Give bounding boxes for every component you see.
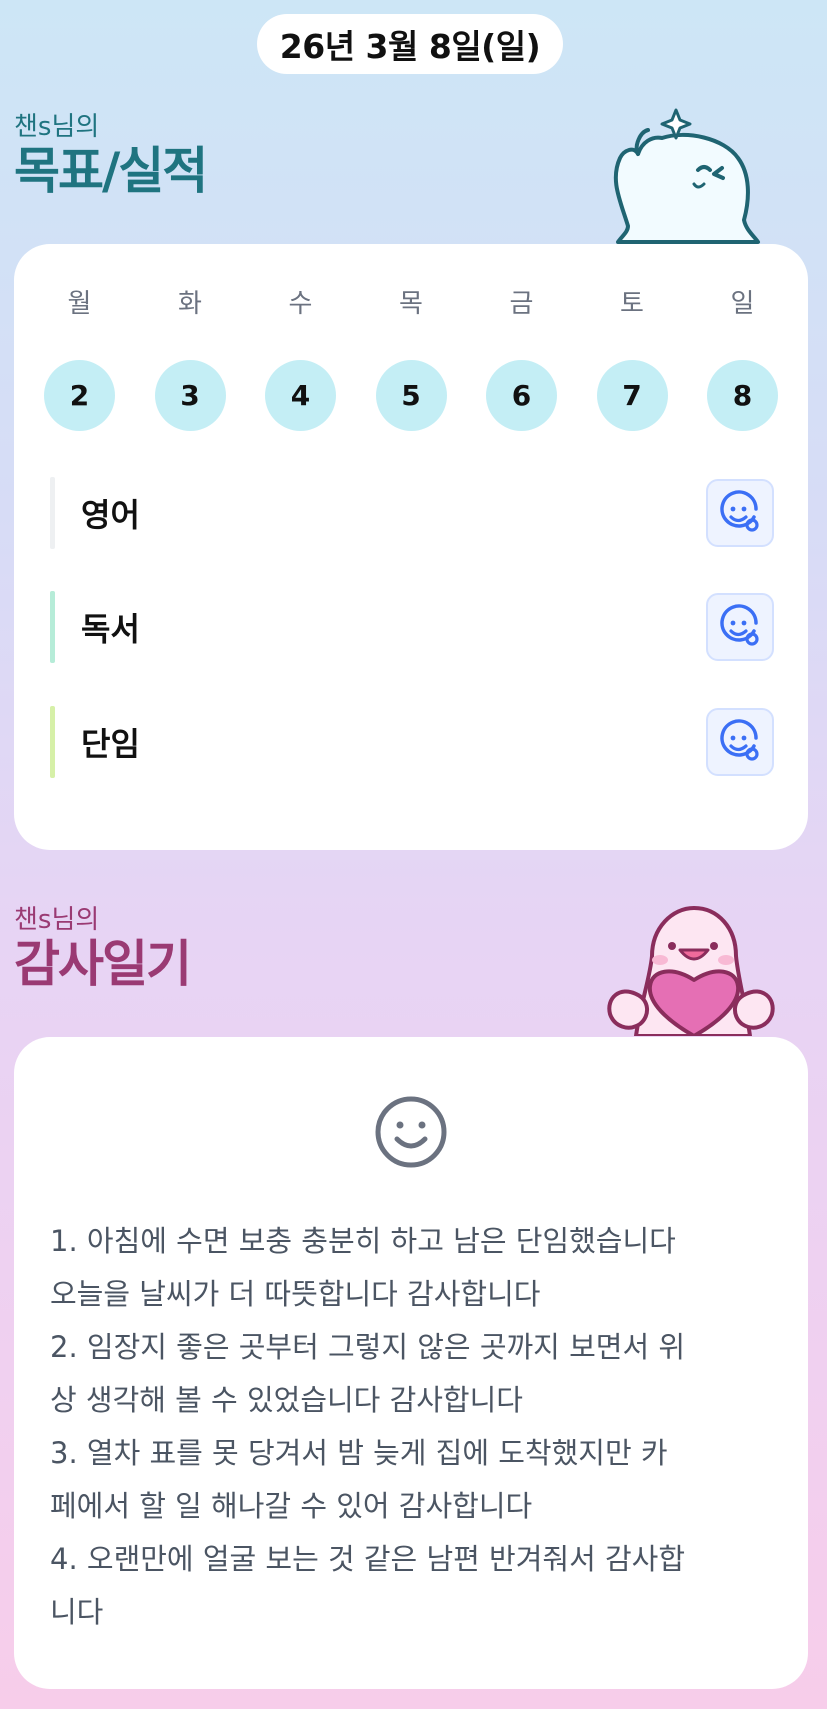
goal-name: 영어 [81, 496, 140, 534]
diary-text[interactable]: 1. 아침에 수면 보충 충분히 하고 남은 단임했습니다 오늘을 날씨가 더 … [50, 1215, 774, 1639]
day-number[interactable]: 3 [154, 360, 226, 431]
day-fri[interactable]: 금 6 [486, 284, 557, 431]
day-label: 토 [620, 289, 644, 319]
goals-section-header: 챈s님의 목표/실적 [14, 112, 208, 200]
smile-add-icon [720, 719, 759, 761]
diary-line: 4. 오랜만에 얼굴 보는 것 같은 남편 반겨줘서 감사합 [50, 1542, 686, 1576]
goals-card: 월 2 화 3 수 4 목 5 금 6 토 7 일 8 영어 독서 단임 [14, 244, 808, 850]
smile-add-icon [720, 490, 759, 532]
gratitude-owner-label: 챈s님의 [14, 905, 100, 935]
week-strip: 월 2 화 3 수 4 목 5 금 6 토 7 일 8 [44, 284, 778, 431]
goal-color-bar [50, 591, 55, 663]
day-label: 월 [67, 289, 92, 319]
ghost-mascot-icon [613, 108, 760, 244]
day-number[interactable]: 4 [265, 360, 336, 431]
goal-row-danim[interactable]: 단임 [50, 706, 774, 778]
diary-line: 3. 열차 표를 못 당겨서 밤 늦게 집에 도착했지만 카 [50, 1436, 668, 1470]
day-label: 목 [399, 289, 423, 319]
day-label: 수 [288, 289, 313, 319]
day-thu[interactable]: 목 5 [375, 284, 447, 431]
diary-line: 2. 임장지 좋은 곳부터 그렇지 않은 곳까지 보면서 위 [50, 1330, 686, 1364]
diary-line: 상 생각해 볼 수 있었습니다 감사합니다 [50, 1383, 523, 1417]
day-number[interactable]: 2 [44, 360, 115, 431]
day-wed[interactable]: 수 4 [265, 284, 336, 431]
date-pill[interactable]: 26년 3월 8일(일) [257, 14, 563, 74]
goals-title: 목표/실적 [14, 142, 208, 200]
goal-color-bar [50, 706, 55, 778]
goal-color-bar [50, 477, 55, 549]
add-reaction-button[interactable] [706, 593, 774, 661]
day-label: 금 [509, 289, 534, 319]
day-number[interactable]: 6 [486, 360, 557, 431]
gratitude-title: 감사일기 [14, 935, 192, 993]
day-number[interactable]: 7 [596, 360, 668, 431]
diary-line: 오늘을 날씨가 더 따뜻합니다 감사합니다 [50, 1277, 541, 1311]
add-reaction-button[interactable] [706, 479, 774, 547]
day-sat[interactable]: 토 7 [596, 284, 668, 431]
goal-row-english[interactable]: 영어 [50, 477, 774, 549]
day-mon[interactable]: 월 2 [44, 284, 115, 431]
diary-line: 니다 [50, 1595, 104, 1629]
add-reaction-button[interactable] [706, 708, 774, 776]
day-number[interactable]: 8 [707, 360, 778, 431]
goal-name: 독서 [81, 610, 140, 648]
goal-row-reading[interactable]: 독서 [50, 591, 774, 663]
day-label: 화 [178, 289, 202, 319]
gratitude-section-header: 챈s님의 감사일기 [14, 905, 192, 993]
diary-line: 1. 아침에 수면 보충 충분히 하고 남은 단임했습니다 [50, 1224, 676, 1258]
day-tue[interactable]: 화 3 [154, 284, 226, 431]
smile-icon [375, 1096, 447, 1168]
goal-name: 단임 [81, 725, 140, 763]
goals-owner-label: 챈s님의 [14, 112, 100, 142]
day-sun[interactable]: 일 8 [707, 284, 778, 431]
day-label: 일 [730, 289, 755, 319]
diary-line: 페에서 할 일 해나갈 수 있어 감사합니다 [50, 1489, 533, 1523]
heart-mascot-icon [607, 906, 775, 1036]
day-number[interactable]: 5 [375, 360, 447, 431]
smile-add-icon [720, 604, 759, 646]
gratitude-card: 1. 아침에 수면 보충 충분히 하고 남은 단임했습니다 오늘을 날씨가 더 … [14, 1037, 808, 1689]
